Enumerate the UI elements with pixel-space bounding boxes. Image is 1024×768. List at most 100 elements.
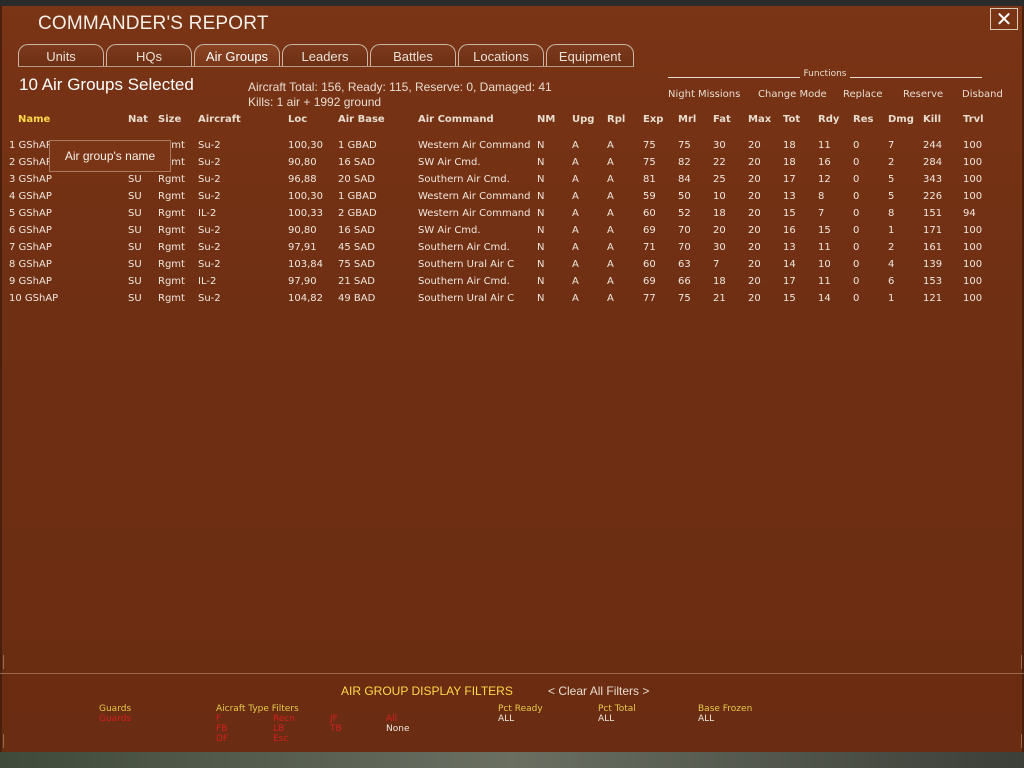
filter-type-tb[interactable]: TB xyxy=(330,724,342,734)
disband-button[interactable]: Disband xyxy=(962,89,1003,100)
pct-total-label: Pct Total xyxy=(598,704,636,714)
cell-mrl: 75 xyxy=(678,293,691,304)
cell-fat: 21 xyxy=(713,293,726,304)
tab-leaders[interactable]: Leaders xyxy=(282,44,368,66)
column-header-size[interactable]: Size xyxy=(158,114,181,125)
tab-underline xyxy=(18,66,634,67)
column-header-exp[interactable]: Exp xyxy=(643,114,663,125)
cell-loc: 104,82 xyxy=(288,293,323,304)
table-row[interactable]: 3 GShAP SU Rgmt Su-2 96,88 20 SAD Southern Air… xyxy=(0,174,1024,191)
filter-type-jf[interactable]: JF xyxy=(330,714,338,724)
tab-equipment[interactable]: Equipment xyxy=(546,44,634,66)
commanders-report-window: COMMANDER'S REPORT ✕ Units HQs Air Group… xyxy=(0,0,1024,768)
column-header-trvl[interactable]: Trvl xyxy=(963,114,984,125)
cell-rpl: A xyxy=(607,191,614,202)
cell-kill: 226 xyxy=(923,191,943,202)
cell-dmg: 1 xyxy=(888,293,895,304)
column-header-rpl[interactable]: Rpl xyxy=(607,114,625,125)
filter-type-fb[interactable]: FB xyxy=(216,724,227,734)
cell-size: Rgmt xyxy=(158,259,185,270)
column-header-air-command[interactable]: Air Command xyxy=(418,114,494,125)
column-header-nm[interactable]: NM xyxy=(537,114,555,125)
table-row[interactable]: 9 GShAP SU Rgmt IL-2 97,90 21 SAD Southern Air… xyxy=(0,276,1024,293)
tab-units[interactable]: Units xyxy=(18,44,104,66)
cell-aircraft: Su-2 xyxy=(198,259,221,270)
cell-nm: N xyxy=(537,225,545,236)
close-button[interactable]: ✕ xyxy=(990,8,1018,30)
column-header-res[interactable]: Res xyxy=(853,114,873,125)
clear-all-filters-button[interactable]: < Clear All Filters > xyxy=(548,684,649,698)
table-row[interactable]: 10 GShAP SU Rgmt Su-2 104,82 49 BAD Southern U… xyxy=(0,293,1024,310)
cell-exp: 60 xyxy=(643,259,656,270)
column-header-fat[interactable]: Fat xyxy=(713,114,731,125)
cell-nm: N xyxy=(537,208,545,219)
column-header-air-base[interactable]: Air Base xyxy=(338,114,385,125)
cell-fat: 18 xyxy=(713,276,726,287)
filter-type-f[interactable]: F xyxy=(216,714,221,724)
cell-upg: A xyxy=(572,259,579,270)
table-row[interactable]: 6 GShAP SU Rgmt Su-2 90,80 16 SAD SW Air Cmd. N… xyxy=(0,225,1024,242)
frame-corner-left xyxy=(3,655,18,669)
reserve-button[interactable]: Reserve xyxy=(903,89,943,100)
cell-rdy: 10 xyxy=(818,259,831,270)
guards-filter-toggle[interactable]: Guards xyxy=(99,714,131,724)
cell-kill: 161 xyxy=(923,242,943,253)
tab-battles[interactable]: Battles xyxy=(370,44,456,66)
column-header-max[interactable]: Max xyxy=(748,114,771,125)
cell-kill: 171 xyxy=(923,225,943,236)
column-header-dmg[interactable]: Dmg xyxy=(888,114,914,125)
functions-rule-left xyxy=(668,77,800,78)
cell-nat: SU xyxy=(128,208,142,219)
cell-upg: A xyxy=(572,208,579,219)
cell-name: 9 GShAP xyxy=(9,276,52,287)
cell-max: 20 xyxy=(748,242,761,253)
column-header-loc[interactable]: Loc xyxy=(288,114,307,125)
column-header-tot[interactable]: Tot xyxy=(783,114,800,125)
tab-hqs[interactable]: HQs xyxy=(106,44,192,66)
filter-type-recn[interactable]: Recn xyxy=(273,714,295,724)
column-header-upg[interactable]: Upg xyxy=(572,114,594,125)
cell-aircraft: Su-2 xyxy=(198,225,221,236)
cell-air-command: Southern Ural Air C xyxy=(418,293,515,304)
replace-button[interactable]: Replace xyxy=(843,89,883,100)
filter-none-button[interactable]: None xyxy=(386,724,409,734)
column-header-name[interactable]: Name xyxy=(18,114,50,125)
desktop-background-strip xyxy=(0,752,1024,768)
cell-aircraft: Su-2 xyxy=(198,174,221,185)
cell-rpl: A xyxy=(607,242,614,253)
column-header-aircraft[interactable]: Aircraft xyxy=(198,114,241,125)
cell-trvl: 100 xyxy=(963,276,983,287)
cell-air-command: Western Air Command xyxy=(418,191,531,202)
tab-locations[interactable]: Locations xyxy=(458,44,544,66)
tab-air-groups[interactable]: Air Groups xyxy=(194,44,280,66)
base-frozen-value[interactable]: ALL xyxy=(698,714,714,724)
cell-kill: 153 xyxy=(923,276,943,287)
table-row[interactable]: 7 GShAP SU Rgmt Su-2 97,91 45 SAD Southern Air… xyxy=(0,242,1024,259)
column-header-kill[interactable]: Kill xyxy=(923,114,941,125)
cell-tot: 13 xyxy=(783,191,796,202)
filter-type-esc[interactable]: Esc xyxy=(273,734,288,744)
cell-tot: 13 xyxy=(783,242,796,253)
change-mode-button[interactable]: Change Mode xyxy=(758,89,827,100)
cell-nat: SU xyxy=(128,225,142,236)
pct-total-value[interactable]: ALL xyxy=(598,714,614,724)
cell-fat: 25 xyxy=(713,174,726,185)
table-row[interactable]: 5 GShAP SU Rgmt IL-2 100,33 2 GBAD Western Air… xyxy=(0,208,1024,225)
table-row[interactable]: 4 GShAP SU Rgmt Su-2 100,30 1 GBAD Western Air… xyxy=(0,191,1024,208)
cell-loc: 103,84 xyxy=(288,259,323,270)
filter-all-button[interactable]: All xyxy=(386,714,397,724)
cell-air-base: 20 SAD xyxy=(338,174,375,185)
cell-nm: N xyxy=(537,293,545,304)
cell-aircraft: Su-2 xyxy=(198,157,221,168)
title-bar-strip xyxy=(0,0,1024,6)
column-header-rdy[interactable]: Rdy xyxy=(818,114,839,125)
cell-tot: 18 xyxy=(783,157,796,168)
night-missions-button[interactable]: Night Missions xyxy=(668,89,740,100)
column-header-mrl[interactable]: Mrl xyxy=(678,114,696,125)
cell-air-command: Western Air Command xyxy=(418,208,531,219)
filter-type-lb[interactable]: LB xyxy=(273,724,284,734)
table-row[interactable]: 8 GShAP SU Rgmt Su-2 103,84 75 SAD Southern Ur… xyxy=(0,259,1024,276)
column-header-nat[interactable]: Nat xyxy=(128,114,148,125)
pct-ready-value[interactable]: ALL xyxy=(498,714,514,724)
filter-type-df[interactable]: DF xyxy=(216,734,228,744)
